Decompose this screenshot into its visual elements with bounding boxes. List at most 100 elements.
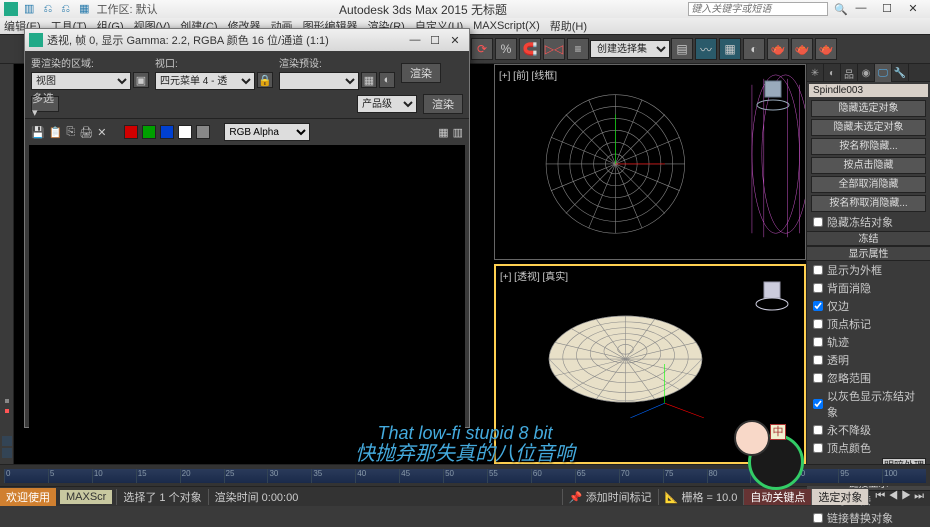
display-prop-checkbox[interactable]: 顶点标记: [807, 315, 930, 333]
maxscript-button[interactable]: MAXScr: [60, 490, 112, 504]
alpha-channel-swatch[interactable]: [178, 125, 192, 139]
render-icon[interactable]: 🫖: [815, 38, 837, 60]
curve-editor-icon[interactable]: 〰: [695, 38, 717, 60]
unhide-by-name-button[interactable]: 按名称取消隐藏...: [811, 195, 926, 212]
left-dot[interactable]: [5, 409, 9, 413]
render-max-button[interactable]: ☐: [425, 34, 445, 47]
render-close-button[interactable]: ✕: [445, 34, 465, 47]
render-viewport-label: 视口:: [155, 55, 273, 70]
print-image-icon[interactable]: 🖨: [79, 126, 93, 139]
multi-select-dropdown[interactable]: 多选▾: [31, 96, 59, 112]
environment-icon[interactable]: ◐: [379, 72, 395, 88]
mono-channel-swatch[interactable]: [196, 125, 210, 139]
blue-channel-swatch[interactable]: [160, 125, 174, 139]
snap-percent-icon[interactable]: %: [495, 38, 517, 60]
object-name-field[interactable]: Spindle003: [809, 84, 928, 97]
viewcube[interactable]: [755, 73, 795, 113]
channel-select[interactable]: RGB Alpha: [224, 123, 310, 141]
toggle-overlay-icon[interactable]: ▦: [438, 126, 448, 139]
close-button[interactable]: ✕: [900, 2, 926, 16]
region-icon[interactable]: ▣: [133, 72, 149, 88]
tab-hierarchy[interactable]: 品: [841, 64, 858, 82]
hide-by-hit-button[interactable]: 按点击隐藏: [811, 157, 926, 174]
quick-access-icons[interactable]: ▥ ⎌ ⎌ ▦: [24, 2, 93, 16]
copy-image-icon[interactable]: 📋: [49, 126, 63, 139]
display-prop-checkbox[interactable]: 顶点颜色: [807, 439, 930, 457]
tab-utilities[interactable]: 🔧: [892, 64, 909, 82]
material-editor-icon[interactable]: ◐: [743, 38, 765, 60]
tab-create[interactable]: ✳: [807, 64, 824, 82]
menu-maxscript[interactable]: MAXScript(X): [473, 20, 540, 32]
display-prop-checkbox[interactable]: 以灰色显示冻结对象: [807, 387, 930, 421]
viewcube[interactable]: [754, 274, 794, 314]
render-viewport-select[interactable]: 四元菜单 4 - 透: [155, 72, 255, 90]
display-prop-checkbox[interactable]: 背面消隐: [807, 279, 930, 297]
ime-indicator[interactable]: 中: [770, 424, 786, 440]
workspace-label[interactable]: 工作区: 默认: [97, 1, 158, 17]
align-icon[interactable]: ≡: [567, 38, 589, 60]
layers-icon[interactable]: ▤: [671, 38, 693, 60]
maximize-button[interactable]: ☐: [874, 2, 900, 16]
render-setup-icon[interactable]: 🫖: [767, 38, 789, 60]
viewport-front[interactable]: [+] [前] [线框]: [494, 64, 806, 260]
tab-motion[interactable]: ◉: [858, 64, 875, 82]
display-prop-checkbox[interactable]: 透明: [807, 351, 930, 369]
save-image-icon[interactable]: 💾: [31, 126, 45, 139]
viewport-label[interactable]: [+] [透视] [真实]: [500, 268, 568, 283]
red-channel-swatch[interactable]: [124, 125, 138, 139]
named-selection-set[interactable]: 创建选择集: [590, 40, 670, 58]
green-channel-swatch[interactable]: [142, 125, 156, 139]
selected-filter[interactable]: 选定对象: [811, 489, 868, 505]
render-area-select[interactable]: 视图: [31, 72, 131, 90]
hide-unselected-button[interactable]: 隐藏未选定对象: [811, 119, 926, 136]
lock-viewport-icon[interactable]: 🔒: [257, 72, 273, 88]
help-search-input[interactable]: [688, 2, 828, 16]
schematic-icon[interactable]: ▦: [719, 38, 741, 60]
toggle-ui-icon[interactable]: ▥: [453, 126, 463, 139]
render-button[interactable]: 渲染: [401, 63, 441, 83]
left-dot[interactable]: [5, 399, 9, 403]
render-preset-select[interactable]: [279, 72, 359, 90]
app-title: Autodesk 3ds Max 2015 无标题: [158, 1, 689, 18]
snap-toggle-icon[interactable]: 🧲: [519, 38, 541, 60]
command-panel: ✳ ◐ 品 ◉ 🖵 🔧 Spindle003 隐藏选定对象 隐藏未选定对象 按名…: [806, 64, 930, 464]
display-prop-checkbox[interactable]: 轨迹: [807, 333, 930, 351]
snap-angle-icon[interactable]: ⟳: [471, 38, 493, 60]
display-props-header[interactable]: 显示属性: [807, 246, 930, 261]
render-output-view[interactable]: [29, 145, 465, 445]
auto-key-button[interactable]: 自动关键点: [743, 489, 811, 505]
tab-modify[interactable]: ◐: [824, 64, 841, 82]
render-window-titlebar[interactable]: 透视, 帧 0, 显示 Gamma: 2.2, RGBA 颜色 16 位/通道 …: [25, 29, 469, 51]
grid-readout: 📐 栅格 = 10.0: [658, 489, 744, 505]
mirror-icon[interactable]: ▷◁: [543, 38, 565, 60]
link-display-checkbox[interactable]: 链接替换对象: [807, 509, 930, 527]
hide-by-name-button[interactable]: 按名称隐藏...: [811, 138, 926, 155]
production-select[interactable]: 产品级: [357, 95, 417, 113]
display-prop-checkbox[interactable]: 显示为外框: [807, 261, 930, 279]
avatar-face: [734, 420, 770, 456]
display-props-list: 显示为外框背面消隐仅边顶点标记轨迹透明忽略范围以灰色显示冻结对象永不降级顶点颜色: [807, 261, 930, 457]
freeze-rollout-header[interactable]: 冻结: [807, 231, 930, 246]
hide-selected-button[interactable]: 隐藏选定对象: [811, 100, 926, 117]
clear-image-icon[interactable]: ✕: [97, 126, 106, 139]
display-prop-checkbox[interactable]: 仅边: [807, 297, 930, 315]
display-prop-checkbox[interactable]: 忽略范围: [807, 369, 930, 387]
display-prop-checkbox[interactable]: 永不降级: [807, 421, 930, 439]
left-square-icon[interactable]: [2, 448, 12, 458]
viewport-label[interactable]: [+] [前] [线框]: [499, 67, 557, 82]
hide-frozen-checkbox[interactable]: 隐藏冻结对象: [807, 213, 930, 231]
add-time-tag[interactable]: 📌 添加时间标记: [562, 489, 658, 505]
help-icon[interactable]: 🔍: [834, 3, 848, 16]
left-square-icon[interactable]: [2, 436, 12, 446]
render-setup-icon[interactable]: ▦: [361, 72, 377, 88]
welcome-tag[interactable]: 欢迎使用: [0, 488, 56, 506]
tab-display[interactable]: 🖵: [875, 64, 892, 82]
minimize-button[interactable]: —: [848, 2, 874, 16]
render-min-button[interactable]: —: [405, 34, 425, 46]
render-button-2[interactable]: 渲染: [423, 94, 463, 114]
clone-image-icon[interactable]: ⎘: [66, 126, 75, 139]
render-frame-icon[interactable]: 🫖: [791, 38, 813, 60]
menu-help[interactable]: 帮助(H): [550, 18, 587, 34]
playback-controls[interactable]: ⏮ ◀ ▶ ⏭: [868, 490, 930, 503]
unhide-all-button[interactable]: 全部取消隐藏: [811, 176, 926, 193]
